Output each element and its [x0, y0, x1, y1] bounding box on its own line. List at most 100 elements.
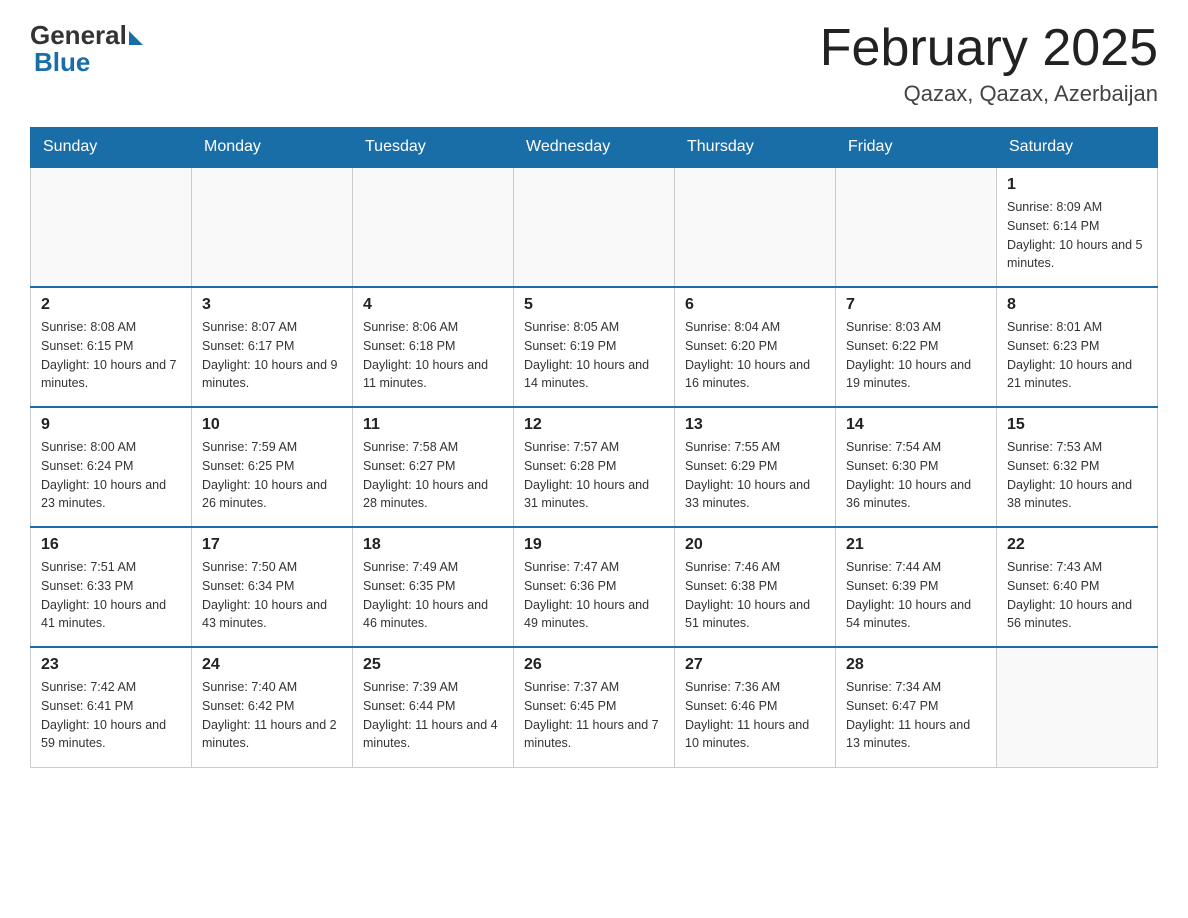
day-number: 24 — [202, 656, 342, 674]
calendar-week-4: 16 Sunrise: 7:51 AMSunset: 6:33 PMDayligh… — [31, 527, 1158, 647]
day-number: 19 — [524, 536, 664, 554]
calendar-cell: 2 Sunrise: 8:08 AMSunset: 6:15 PMDaylight… — [31, 287, 192, 407]
day-info: Sunrise: 7:51 AMSunset: 6:33 PMDaylight:… — [41, 558, 181, 633]
weekday-header-saturday: Saturday — [997, 128, 1158, 168]
day-info: Sunrise: 7:53 AMSunset: 6:32 PMDaylight:… — [1007, 438, 1147, 513]
weekday-header-friday: Friday — [836, 128, 997, 168]
calendar-cell: 15Sunrise: 7:53 AMSunset: 6:32 PMDayligh… — [997, 407, 1158, 527]
calendar-cell: 4Sunrise: 8:06 AMSunset: 6:18 PMDaylight… — [353, 287, 514, 407]
day-info: Sunrise: 8:00 AMSunset: 6:24 PMDaylight:… — [41, 438, 181, 513]
calendar-cell: 17 Sunrise: 7:50 AMSunset: 6:34 PMDayligh… — [192, 527, 353, 647]
day-number: 28 — [846, 656, 986, 674]
day-info: Sunrise: 7:40 AMSunset: 6:42 PMDaylight:… — [202, 678, 342, 753]
calendar-cell: 16 Sunrise: 7:51 AMSunset: 6:33 PMDayligh… — [31, 527, 192, 647]
day-number: 13 — [685, 416, 825, 434]
day-info: Sunrise: 7:57 AMSunset: 6:28 PMDaylight:… — [524, 438, 664, 513]
calendar-week-3: 9 Sunrise: 8:00 AMSunset: 6:24 PMDaylight… — [31, 407, 1158, 527]
day-info: Sunrise: 7:50 AMSunset: 6:34 PMDaylight:… — [202, 558, 342, 633]
calendar-cell: 25 Sunrise: 7:39 AMSunset: 6:44 PMDayligh… — [353, 647, 514, 767]
day-number: 22 — [1007, 536, 1147, 554]
day-number: 20 — [685, 536, 825, 554]
calendar-cell — [836, 167, 997, 287]
calendar-week-2: 2 Sunrise: 8:08 AMSunset: 6:15 PMDaylight… — [31, 287, 1158, 407]
day-number: 10 — [202, 416, 342, 434]
day-info: Sunrise: 7:44 AMSunset: 6:39 PMDaylight:… — [846, 558, 986, 633]
calendar-cell — [997, 647, 1158, 767]
day-number: 7 — [846, 296, 986, 314]
day-number: 4 — [363, 296, 503, 314]
title-section: February 2025 Qazax, Qazax, Azerbaijan — [820, 20, 1158, 107]
day-number: 27 — [685, 656, 825, 674]
day-number: 18 — [363, 536, 503, 554]
day-info: Sunrise: 7:39 AMSunset: 6:44 PMDaylight:… — [363, 678, 503, 753]
calendar-cell: 11 Sunrise: 7:58 AMSunset: 6:27 PMDayligh… — [353, 407, 514, 527]
calendar-week-5: 23 Sunrise: 7:42 AMSunset: 6:41 PMDayligh… — [31, 647, 1158, 767]
logo: General Blue — [30, 20, 143, 78]
day-number: 11 — [363, 416, 503, 434]
day-number: 21 — [846, 536, 986, 554]
day-info: Sunrise: 8:05 AMSunset: 6:19 PMDaylight:… — [524, 318, 664, 393]
day-info: Sunrise: 7:37 AMSunset: 6:45 PMDaylight:… — [524, 678, 664, 753]
day-number: 25 — [363, 656, 503, 674]
day-info: Sunrise: 7:59 AMSunset: 6:25 PMDaylight:… — [202, 438, 342, 513]
calendar-cell — [353, 167, 514, 287]
weekday-header-wednesday: Wednesday — [514, 128, 675, 168]
day-number: 26 — [524, 656, 664, 674]
day-number: 2 — [41, 296, 181, 314]
main-title: February 2025 — [820, 20, 1158, 77]
calendar-cell: 13 Sunrise: 7:55 AMSunset: 6:29 PMDayligh… — [675, 407, 836, 527]
page-header: General Blue February 2025 Qazax, Qazax,… — [30, 20, 1158, 107]
day-info: Sunrise: 7:43 AMSunset: 6:40 PMDaylight:… — [1007, 558, 1147, 633]
calendar-header: SundayMondayTuesdayWednesdayThursdayFrid… — [31, 128, 1158, 168]
calendar-cell: 22 Sunrise: 7:43 AMSunset: 6:40 PMDayligh… — [997, 527, 1158, 647]
day-number: 6 — [685, 296, 825, 314]
calendar-cell: 3 Sunrise: 8:07 AMSunset: 6:17 PMDaylight… — [192, 287, 353, 407]
calendar-cell: 23 Sunrise: 7:42 AMSunset: 6:41 PMDayligh… — [31, 647, 192, 767]
calendar-cell: 10 Sunrise: 7:59 AMSunset: 6:25 PMDayligh… — [192, 407, 353, 527]
calendar-body: 1Sunrise: 8:09 AMSunset: 6:14 PMDaylight… — [31, 167, 1158, 767]
calendar-cell: 9 Sunrise: 8:00 AMSunset: 6:24 PMDaylight… — [31, 407, 192, 527]
day-number: 14 — [846, 416, 986, 434]
weekday-header-monday: Monday — [192, 128, 353, 168]
day-number: 17 — [202, 536, 342, 554]
calendar-cell: 12 Sunrise: 7:57 AMSunset: 6:28 PMDayligh… — [514, 407, 675, 527]
calendar-cell — [514, 167, 675, 287]
calendar-cell: 20 Sunrise: 7:46 AMSunset: 6:38 PMDayligh… — [675, 527, 836, 647]
weekday-header-tuesday: Tuesday — [353, 128, 514, 168]
calendar-cell — [31, 167, 192, 287]
day-info: Sunrise: 8:01 AMSunset: 6:23 PMDaylight:… — [1007, 318, 1147, 393]
day-number: 23 — [41, 656, 181, 674]
day-info: Sunrise: 8:04 AMSunset: 6:20 PMDaylight:… — [685, 318, 825, 393]
day-number: 3 — [202, 296, 342, 314]
day-info: Sunrise: 7:49 AMSunset: 6:35 PMDaylight:… — [363, 558, 503, 633]
day-info: Sunrise: 7:55 AMSunset: 6:29 PMDaylight:… — [685, 438, 825, 513]
day-number: 8 — [1007, 296, 1147, 314]
day-info: Sunrise: 8:07 AMSunset: 6:17 PMDaylight:… — [202, 318, 342, 393]
day-number: 9 — [41, 416, 181, 434]
day-number: 16 — [41, 536, 181, 554]
calendar-cell — [192, 167, 353, 287]
day-info: Sunrise: 7:58 AMSunset: 6:27 PMDaylight:… — [363, 438, 503, 513]
day-info: Sunrise: 7:42 AMSunset: 6:41 PMDaylight:… — [41, 678, 181, 753]
day-info: Sunrise: 7:36 AMSunset: 6:46 PMDaylight:… — [685, 678, 825, 753]
calendar-cell: 28 Sunrise: 7:34 AMSunset: 6:47 PMDayligh… — [836, 647, 997, 767]
calendar-cell: 14Sunrise: 7:54 AMSunset: 6:30 PMDayligh… — [836, 407, 997, 527]
day-number: 5 — [524, 296, 664, 314]
calendar-cell: 26 Sunrise: 7:37 AMSunset: 6:45 PMDayligh… — [514, 647, 675, 767]
calendar-cell: 19 Sunrise: 7:47 AMSunset: 6:36 PMDayligh… — [514, 527, 675, 647]
day-info: Sunrise: 8:09 AMSunset: 6:14 PMDaylight:… — [1007, 198, 1147, 273]
day-info: Sunrise: 7:47 AMSunset: 6:36 PMDaylight:… — [524, 558, 664, 633]
day-info: Sunrise: 8:03 AMSunset: 6:22 PMDaylight:… — [846, 318, 986, 393]
day-info: Sunrise: 7:46 AMSunset: 6:38 PMDaylight:… — [685, 558, 825, 633]
calendar-cell: 24 Sunrise: 7:40 AMSunset: 6:42 PMDayligh… — [192, 647, 353, 767]
calendar-cell: 5 Sunrise: 8:05 AMSunset: 6:19 PMDaylight… — [514, 287, 675, 407]
day-info: Sunrise: 8:08 AMSunset: 6:15 PMDaylight:… — [41, 318, 181, 393]
calendar-cell: 21 Sunrise: 7:44 AMSunset: 6:39 PMDayligh… — [836, 527, 997, 647]
calendar-cell: 7 Sunrise: 8:03 AMSunset: 6:22 PMDaylight… — [836, 287, 997, 407]
weekday-header-thursday: Thursday — [675, 128, 836, 168]
subtitle: Qazax, Qazax, Azerbaijan — [820, 81, 1158, 107]
calendar-cell — [675, 167, 836, 287]
day-number: 12 — [524, 416, 664, 434]
day-info: Sunrise: 7:34 AMSunset: 6:47 PMDaylight:… — [846, 678, 986, 753]
calendar-week-1: 1Sunrise: 8:09 AMSunset: 6:14 PMDaylight… — [31, 167, 1158, 287]
